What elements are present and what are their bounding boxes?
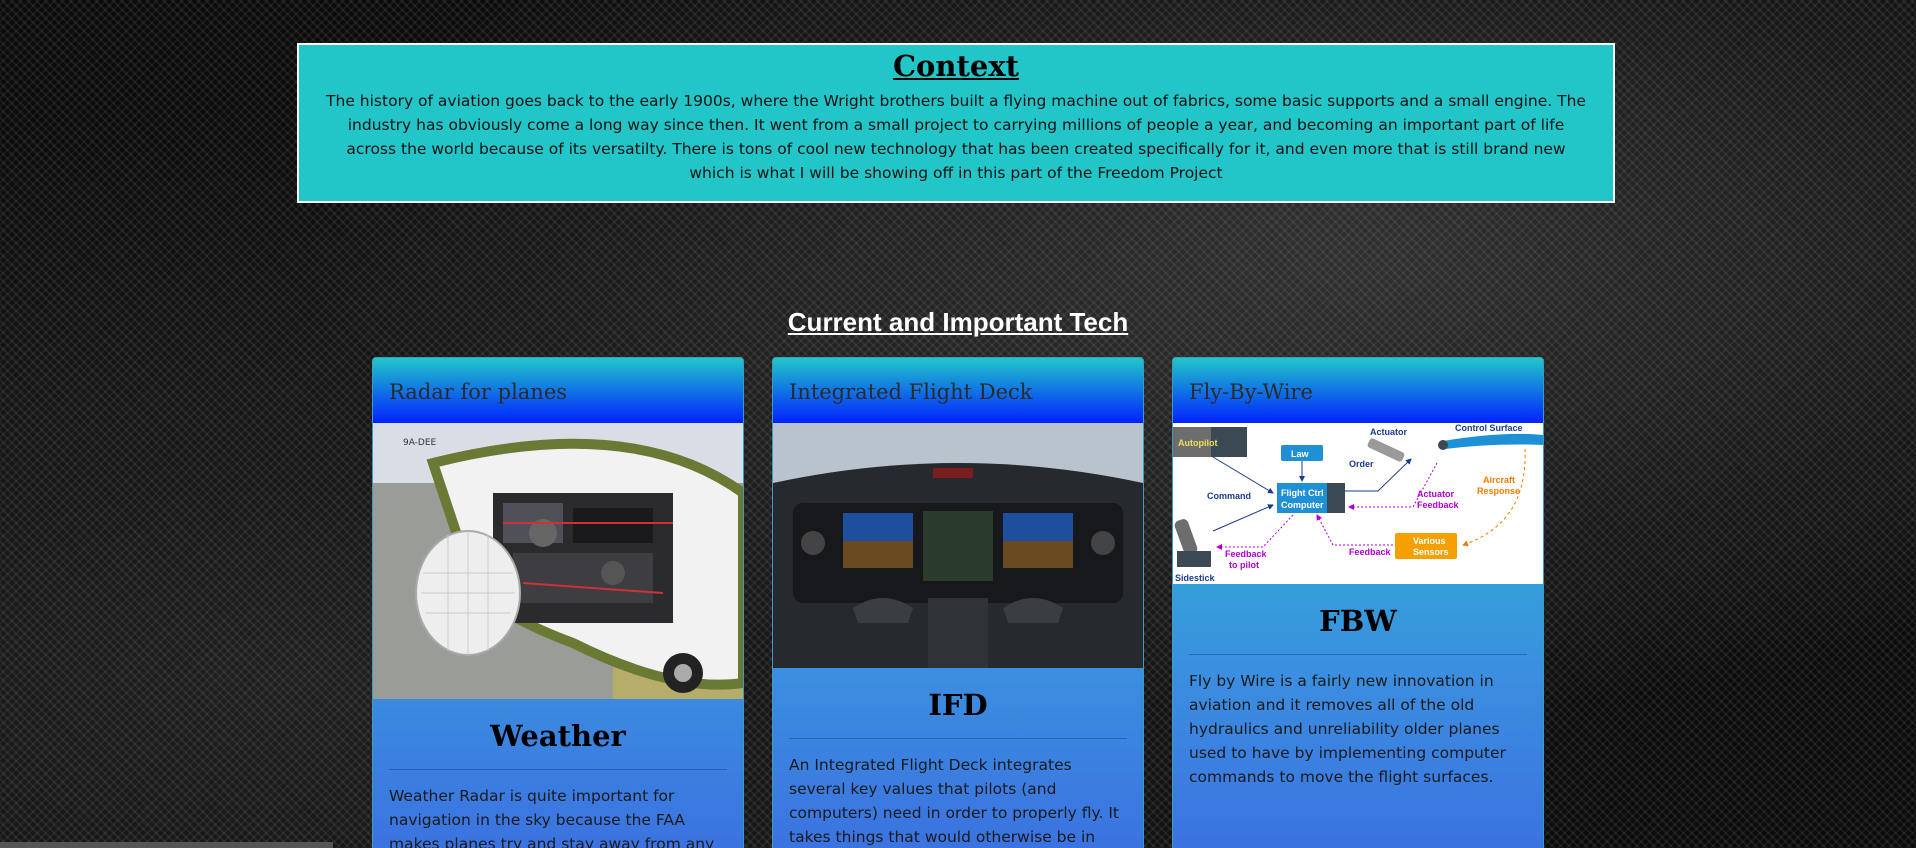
law-label: Law <box>1291 449 1310 459</box>
radar-photo: 9A-DEE <box>373 423 743 699</box>
card-heading: Weather <box>490 719 626 753</box>
card-header: Integrated Flight Deck <box>773 358 1143 423</box>
section-title: Current and Important Tech <box>787 307 1129 337</box>
flight-ctrl-label: Flight Ctrl <box>1281 488 1324 498</box>
fbw-diagram-svg: Autopilot Law Flight Ctrl Computer Actua… <box>1173 423 1543 583</box>
cockpit-illustration <box>773 423 1143 668</box>
card-text: Weather Radar is quite important for nav… <box>389 787 715 848</box>
actuator-feedback-label-2: Feedback <box>1417 500 1460 510</box>
computer-label: Computer <box>1281 500 1324 510</box>
aircraft-response-label-2: Response <box>1477 486 1520 496</box>
cockpit-photo <box>773 423 1143 668</box>
context-paragraph: The history of aviation goes back to the… <box>326 92 1586 182</box>
divider <box>789 738 1127 739</box>
divider <box>1189 654 1527 655</box>
sensors-label-2: Sensors <box>1413 547 1449 557</box>
card-heading: IFD <box>928 688 988 722</box>
card-text: An Integrated Flight Deck integrates sev… <box>789 756 1120 846</box>
context-title: Context <box>892 49 1020 83</box>
feedback-pilot-label-1: Feedback <box>1225 549 1268 559</box>
tail-code: 9A-DEE <box>403 438 437 448</box>
card-fbw: Fly-By-Wire Autopilot Law Flight Ctrl Co… <box>1172 357 1544 848</box>
card-header: Fly-By-Wire <box>1173 358 1543 423</box>
context-panel: Context The history of aviation goes bac… <box>297 43 1615 203</box>
radar-illustration: 9A-DEE <box>373 423 743 699</box>
actuator-label: Actuator <box>1370 427 1407 437</box>
sensors-label-1: Various <box>1413 536 1446 546</box>
sidestick-label: Sidestick <box>1175 573 1216 583</box>
command-label: Command <box>1207 491 1251 501</box>
card-header: Radar for planes <box>373 358 743 423</box>
feedback-pilot-label-2: to pilot <box>1229 560 1259 570</box>
order-label: Order <box>1349 459 1374 469</box>
actuator-feedback-label-1: Actuator <box>1417 489 1454 499</box>
card-heading: FBW <box>1319 604 1397 638</box>
divider <box>389 769 727 770</box>
autopilot-label: Autopilot <box>1178 438 1218 448</box>
card-ifd: Integrated Flight Deck IFD An Integrated… <box>772 357 1144 848</box>
aircraft-response-label-1: Aircraft <box>1483 475 1515 485</box>
fbw-diagram: Autopilot Law Flight Ctrl Computer Actua… <box>1173 423 1543 584</box>
horizontal-scrollbar[interactable] <box>0 842 333 848</box>
control-surface-label: Control Surface <box>1455 423 1523 433</box>
card-radar: Radar for planes 9A-DEE Weather Weather … <box>372 357 744 848</box>
card-text: Fly by Wire is a fairly new innovation i… <box>1189 672 1506 786</box>
feedback-label: Feedback <box>1349 547 1392 557</box>
